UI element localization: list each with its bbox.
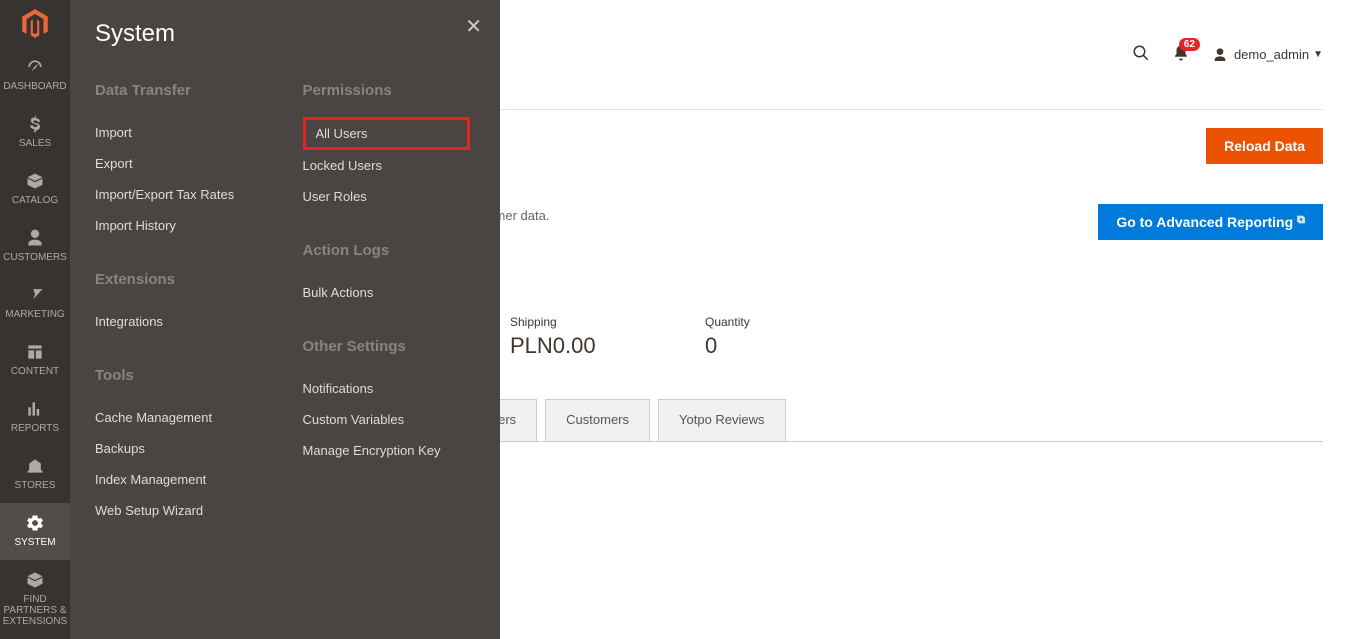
notifications-badge: 62	[1179, 38, 1200, 51]
close-icon[interactable]: ✕	[465, 14, 482, 39]
flyout-item-cache-management[interactable]: Cache Management	[95, 402, 293, 433]
sidenav-item-catalog[interactable]: CATALOG	[0, 161, 70, 218]
sidenav-item-dashboard[interactable]: DASHBOARD	[0, 47, 70, 104]
flyout-item-all-users[interactable]: All Users	[303, 117, 471, 150]
flyout-heading: Extensions	[95, 271, 293, 288]
reload-data-button[interactable]: Reload Data	[1206, 128, 1323, 164]
flyout-heading: Action Logs	[303, 242, 501, 259]
magento-logo[interactable]	[0, 0, 70, 47]
username-label: demo_admin	[1234, 47, 1309, 62]
notifications-icon[interactable]: 62	[1172, 44, 1190, 65]
stat-quantity: Quantity0	[705, 315, 900, 359]
flyout-item-locked-users[interactable]: Locked Users	[303, 150, 501, 181]
sidenav-item-customers[interactable]: CUSTOMERS	[0, 218, 70, 275]
account-menu[interactable]: demo_admin ▼	[1212, 47, 1323, 63]
user-icon	[1212, 47, 1228, 63]
sidenav-item-marketing[interactable]: MARKETING	[0, 275, 70, 332]
magento-logo-icon	[18, 7, 52, 41]
flyout-item-user-roles[interactable]: User Roles	[303, 181, 501, 212]
flyout-item-export[interactable]: Export	[95, 148, 293, 179]
chevron-down-icon: ▼	[1313, 49, 1323, 60]
flyout-title: System	[95, 20, 500, 48]
flyout-item-web-setup-wizard[interactable]: Web Setup Wizard	[95, 495, 293, 526]
flyout-item-index-management[interactable]: Index Management	[95, 464, 293, 495]
flyout-item-import-history[interactable]: Import History	[95, 210, 293, 241]
flyout-item-bulk-actions[interactable]: Bulk Actions	[303, 277, 501, 308]
flyout-item-import[interactable]: Import	[95, 117, 293, 148]
external-link-icon: ⧉	[1297, 214, 1305, 226]
tab-yotpo-reviews[interactable]: Yotpo Reviews	[658, 399, 786, 442]
flyout-item-notifications[interactable]: Notifications	[303, 373, 501, 404]
flyout-item-manage-encryption-key[interactable]: Manage Encryption Key	[303, 435, 501, 466]
flyout-heading: Data Transfer	[95, 82, 293, 99]
tab-customers[interactable]: Customers	[545, 399, 650, 442]
admin-sidenav: DASHBOARDSALESCATALOGCUSTOMERSMARKETINGC…	[0, 0, 70, 639]
stat-shipping: ShippingPLN0.00	[510, 315, 705, 359]
search-icon[interactable]	[1132, 44, 1150, 65]
flyout-heading: Other Settings	[303, 338, 501, 355]
system-flyout-panel: ✕ System Data TransferImportExportImport…	[70, 0, 500, 639]
flyout-heading: Permissions	[303, 82, 501, 99]
flyout-item-import-export-tax-rates[interactable]: Import/Export Tax Rates	[95, 179, 293, 210]
flyout-item-custom-variables[interactable]: Custom Variables	[303, 404, 501, 435]
flyout-heading: Tools	[95, 367, 293, 384]
advanced-reporting-button[interactable]: Go to Advanced Reporting⧉	[1098, 204, 1323, 240]
sidenav-item-sales[interactable]: SALES	[0, 104, 70, 161]
sidenav-item-find-partners-extensions[interactable]: FIND PARTNERS & EXTENSIONS	[0, 560, 70, 639]
sidenav-item-system[interactable]: SYSTEM	[0, 503, 70, 560]
sidenav-item-reports[interactable]: REPORTS	[0, 389, 70, 446]
flyout-item-backups[interactable]: Backups	[95, 433, 293, 464]
sidenav-item-content[interactable]: CONTENT	[0, 332, 70, 389]
sidenav-item-stores[interactable]: STORES	[0, 446, 70, 503]
flyout-item-integrations[interactable]: Integrations	[95, 306, 293, 337]
